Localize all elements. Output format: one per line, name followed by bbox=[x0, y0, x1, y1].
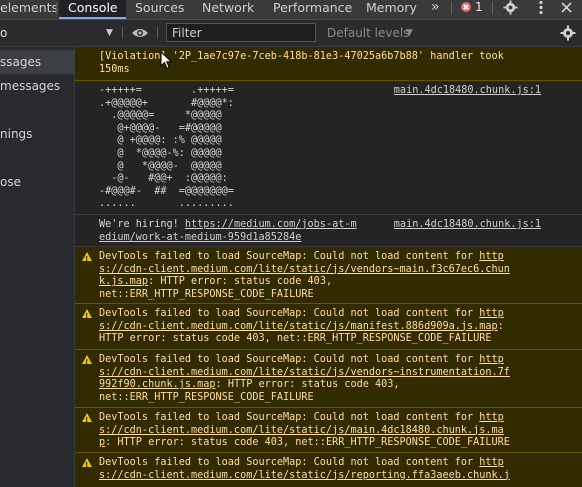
warning-line: DevTools failed to load SourceMap: Could… bbox=[99, 412, 504, 423]
sourcemap-link[interactable]: 992f90.chunk.js.map bbox=[99, 379, 216, 390]
context-selector-label: o bbox=[0, 26, 8, 40]
warning-line: net::ERR_HTTP_RESPONSE_CODE_FAILURE bbox=[99, 288, 314, 300]
sidebar-item-verbose[interactable]: ose bbox=[0, 170, 75, 194]
console-toolbar: o ▼ Default levels ▼ bbox=[0, 20, 582, 47]
source-link[interactable]: main.4dc18480.chunk.js:1 bbox=[394, 219, 541, 232]
ascii-line: .@@@@@= *@@@@@ bbox=[99, 110, 222, 122]
sourcemap-link[interactable]: http bbox=[479, 251, 504, 262]
warning-line: 992f90.chunk.js.map: HTTP error: status … bbox=[99, 379, 400, 391]
tab-elements[interactable]: elements bbox=[0, 0, 58, 19]
sourcemap-link[interactable]: http bbox=[479, 308, 504, 319]
ascii-line: @+@@@@- =#@@@@@ bbox=[99, 122, 222, 134]
warning-icon bbox=[82, 252, 92, 266]
ascii-line: ...... ......... bbox=[99, 198, 234, 210]
warning-icon bbox=[82, 355, 92, 369]
sourcemap-warning[interactable]: DevTools failed to load SourceMap: Could… bbox=[75, 453, 582, 487]
warning-line: s://cdn-client.medium.com/lite/static/js… bbox=[99, 320, 504, 332]
console-sidebar: ssages messages nings ose bbox=[0, 47, 75, 487]
warning-line: DevTools failed to load SourceMap: Could… bbox=[99, 457, 504, 468]
hiring-line-2: edium/work-at-medium-959d1a85284e bbox=[99, 232, 301, 245]
sourcemap-link[interactable]: s://cdn-client.medium.com/lite/static/js… bbox=[99, 470, 510, 481]
ascii-line: .+@@@@@+ #@@@@*: bbox=[99, 97, 234, 109]
warning-line: DevTools failed to load SourceMap: Could… bbox=[99, 354, 504, 365]
toolbar-divider bbox=[157, 27, 158, 39]
sidebar-item-messages[interactable]: ssages bbox=[0, 50, 75, 74]
tab-sources[interactable]: Sources bbox=[135, 0, 184, 19]
ascii-line: @ *@@@@-%: @@@@@ bbox=[99, 148, 222, 159]
warning-line: s://cdn-client.medium.com/lite/static/js… bbox=[99, 425, 504, 438]
sidebar-item-errors[interactable] bbox=[0, 98, 75, 122]
dropdown-caret-icon: ▼ bbox=[406, 28, 413, 38]
tab-performance[interactable]: Performance bbox=[273, 0, 352, 19]
gear-icon[interactable] bbox=[503, 0, 518, 15]
source-link[interactable]: main.4dc18480.chunk.js:1 bbox=[394, 85, 541, 98]
sourcemap-link[interactable]: http bbox=[479, 412, 504, 423]
kebab-menu-icon[interactable] bbox=[534, 0, 548, 15]
warning-icon bbox=[82, 413, 92, 427]
sourcemap-warning[interactable]: DevTools failed to load SourceMap: Could… bbox=[75, 350, 582, 408]
warning-line: s://cdn-client.medium.com/lite/static/js… bbox=[99, 367, 510, 380]
warning-icon bbox=[82, 309, 92, 323]
warning-line: s://cdn-client.medium.com/lite/static/js… bbox=[99, 470, 510, 483]
jobs-link-continued[interactable]: edium/work-at-medium-959d1a85284e bbox=[99, 232, 301, 243]
warning-line: s://cdn-client.medium.com/lite/static/js… bbox=[99, 264, 510, 277]
warning-line: HTTP error: status code 403, net::ERR_HT… bbox=[99, 333, 492, 345]
toolbar-divider bbox=[122, 27, 123, 39]
warning-line: p: HTTP error: status code 403, net::ERR… bbox=[99, 437, 510, 449]
tab-divider bbox=[492, 2, 493, 14]
sourcemap-link[interactable]: http bbox=[479, 457, 504, 468]
sourcemap-link[interactable]: s://cdn-client.medium.com/lite/static/js… bbox=[99, 367, 510, 378]
hiring-line-1: We're hiring! https://medium.com/jobs-at… bbox=[99, 219, 357, 232]
filter-input[interactable] bbox=[166, 23, 316, 42]
violation-message[interactable]: [Violation] '2P_1ae7c97e-7ceb-418b-81e3-… bbox=[75, 47, 582, 81]
sidebar-item-user-messages[interactable]: messages bbox=[0, 74, 75, 98]
warning-line: k.js.map: HTTP error: status code 403, bbox=[99, 276, 333, 288]
ascii-art-message[interactable]: -+++++= .+++++= .+@@@@@+ #@@@@*: .@@@@@=… bbox=[75, 81, 582, 215]
context-selector[interactable]: o ▼ bbox=[0, 20, 120, 46]
sourcemap-warning[interactable]: DevTools failed to load SourceMap: Could… bbox=[75, 408, 582, 453]
error-circle-icon[interactable] bbox=[461, 2, 471, 12]
sidebar-item-info[interactable] bbox=[0, 146, 75, 170]
violation-line-2: 150ms bbox=[99, 64, 130, 75]
close-icon[interactable] bbox=[560, 0, 573, 15]
tab-divider bbox=[451, 2, 452, 14]
error-count-badge[interactable]: 1 bbox=[475, 0, 483, 15]
ascii-line: @ +@@@@: :% @@@@@ bbox=[99, 135, 222, 147]
sourcemap-link[interactable]: http bbox=[479, 354, 504, 365]
tab-divider bbox=[56, 2, 57, 14]
sidebar-item-warnings[interactable]: nings bbox=[0, 122, 75, 146]
sourcemap-link[interactable]: s://cdn-client.medium.com/lite/static/js… bbox=[99, 425, 504, 436]
console-messages: [Violation] '2P_1ae7c97e-7ceb-418b-81e3-… bbox=[75, 47, 582, 487]
log-levels-label: Default levels bbox=[327, 26, 410, 40]
mouse-pointer-icon bbox=[160, 51, 173, 70]
ascii-line: -@- #@@+ :@@@@@: bbox=[99, 173, 228, 185]
ascii-line: @ *@@@@- @@@@@ bbox=[99, 160, 222, 172]
hiring-message[interactable]: We're hiring! https://medium.com/jobs-at… bbox=[75, 215, 582, 247]
tab-console[interactable]: Console bbox=[59, 0, 126, 19]
warning-line: net::ERR_HTTP_RESPONSE_CODE_FAILURE bbox=[99, 391, 314, 403]
sourcemap-link[interactable]: s://cdn-client.medium.com/lite/static/js… bbox=[99, 321, 498, 332]
warning-line: DevTools failed to load SourceMap: Could… bbox=[99, 308, 504, 319]
sourcemap-link[interactable]: k.js.map bbox=[99, 276, 148, 287]
log-levels-dropdown[interactable]: Default levels ▼ bbox=[327, 20, 413, 46]
warning-icon bbox=[82, 458, 92, 472]
warning-line: DevTools failed to load SourceMap: Could… bbox=[99, 251, 504, 262]
ascii-line: -#@@@#- ## =@@@@@@@= bbox=[99, 185, 234, 197]
hiring-prefix: We're hiring! bbox=[99, 219, 185, 230]
devtools-tab-bar: elements Console Sources Network Perform… bbox=[0, 0, 582, 20]
ascii-line: -+++++= .+++++= bbox=[99, 85, 234, 96]
sourcemap-link[interactable]: s://cdn-client.medium.com/lite/static/js… bbox=[99, 264, 510, 275]
dropdown-caret-icon: ▼ bbox=[106, 28, 113, 38]
sourcemap-warning[interactable]: DevTools failed to load SourceMap: Could… bbox=[75, 304, 582, 350]
tab-memory[interactable]: Memory bbox=[366, 0, 417, 19]
tab-network[interactable]: Network bbox=[202, 0, 254, 19]
eye-icon[interactable] bbox=[131, 26, 149, 40]
more-tabs-chevron-icon[interactable]: » bbox=[431, 0, 440, 15]
settings-gear-icon[interactable] bbox=[560, 25, 576, 41]
sourcemap-warning[interactable]: DevTools failed to load SourceMap: Could… bbox=[75, 247, 582, 304]
jobs-link[interactable]: https://medium.com/jobs-at-m bbox=[185, 219, 357, 230]
